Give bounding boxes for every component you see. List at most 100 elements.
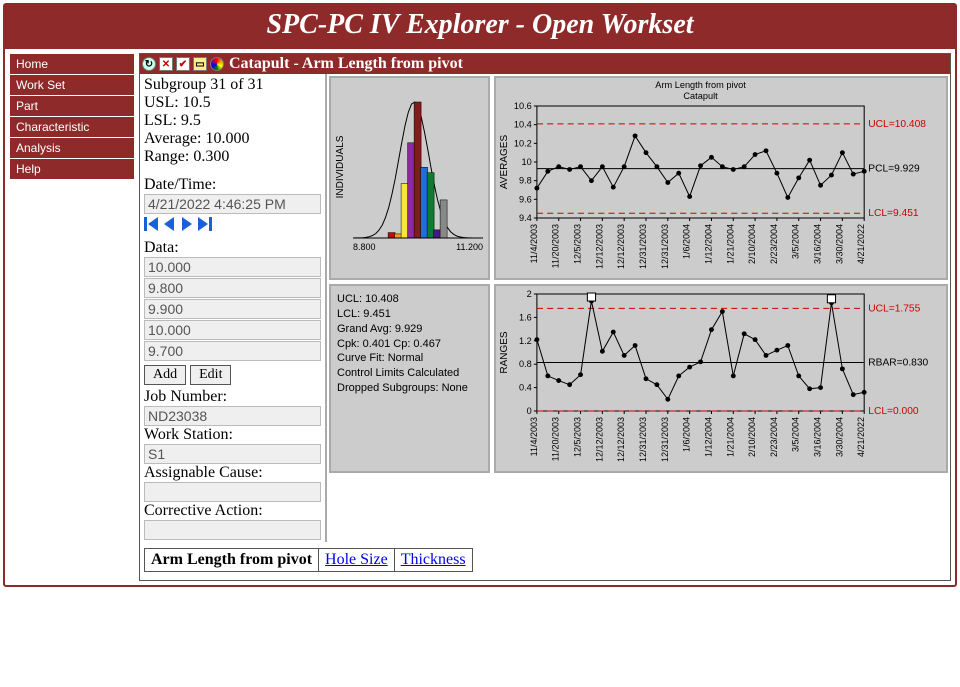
- panel-title: Catapult - Arm Length from pivot: [229, 55, 463, 73]
- data-value-2[interactable]: [144, 299, 321, 319]
- ws-label: Work Station:: [144, 426, 321, 444]
- cause-label: Assignable Cause:: [144, 464, 321, 482]
- svg-text:UCL=10.408: UCL=10.408: [868, 119, 926, 130]
- data-value-3[interactable]: [144, 320, 321, 340]
- nav-last-icon[interactable]: [198, 217, 212, 231]
- svg-text:10.6: 10.6: [514, 101, 532, 111]
- svg-text:12/12/2003: 12/12/2003: [616, 417, 626, 462]
- action-field[interactable]: [144, 520, 321, 540]
- refresh-icon[interactable]: ↻: [142, 57, 156, 71]
- avg-line: Average: 10.000: [144, 130, 321, 148]
- svg-text:1/21/2004: 1/21/2004: [725, 417, 735, 457]
- svg-text:3/16/2004: 3/16/2004: [812, 224, 822, 264]
- stat-line: Grand Avg: 9.929: [337, 322, 482, 337]
- sidebar-item-home[interactable]: Home: [10, 54, 135, 75]
- svg-text:12/12/2003: 12/12/2003: [594, 417, 604, 462]
- svg-text:INDIVIDUALS: INDIVIDUALS: [335, 135, 346, 198]
- svg-text:1/6/2004: 1/6/2004: [682, 417, 692, 452]
- panel-header: ↻ ✕ ✔ ▭ Catapult - Arm Length from pivot: [140, 54, 950, 74]
- stats-cell: UCL: 10.408LCL: 9.451Grand Avg: 9.929Cpk…: [329, 284, 490, 473]
- svg-text:12/31/2003: 12/31/2003: [660, 417, 670, 462]
- svg-text:2/23/2004: 2/23/2004: [769, 417, 779, 457]
- svg-text:2/10/2004: 2/10/2004: [747, 224, 757, 264]
- action-label: Corrective Action:: [144, 502, 321, 520]
- datetime-field[interactable]: [144, 194, 321, 214]
- svg-text:8.800: 8.800: [353, 242, 376, 252]
- svg-text:2/23/2004: 2/23/2004: [769, 224, 779, 264]
- svg-text:12/5/2003: 12/5/2003: [572, 417, 582, 457]
- svg-text:10: 10: [522, 157, 532, 167]
- svg-text:LCL=9.451: LCL=9.451: [868, 208, 919, 219]
- svg-text:3/16/2004: 3/16/2004: [812, 417, 822, 457]
- svg-text:12/5/2003: 12/5/2003: [572, 224, 582, 264]
- wheel-icon[interactable]: [210, 57, 224, 71]
- sidebar-item-analysis[interactable]: Analysis: [10, 138, 135, 159]
- subgroup-line: Subgroup 31 of 31: [144, 76, 321, 94]
- check-icon[interactable]: ✔: [176, 57, 190, 71]
- svg-text:Catapult: Catapult: [683, 91, 718, 101]
- job-label: Job Number:: [144, 388, 321, 406]
- svg-text:RBAR=0.830: RBAR=0.830: [868, 358, 928, 369]
- tab-thickness[interactable]: Thickness: [394, 549, 472, 572]
- svg-text:11.200: 11.200: [456, 242, 483, 252]
- sidebar-item-help[interactable]: Help: [10, 159, 135, 180]
- svg-text:1/12/2004: 1/12/2004: [703, 417, 713, 457]
- svg-text:0.4: 0.4: [519, 383, 532, 393]
- averages-chart: Arm Length from pivotCatapultAVERAGES9.4…: [494, 76, 948, 280]
- data-value-0[interactable]: [144, 257, 321, 277]
- svg-text:3/30/2004: 3/30/2004: [834, 224, 844, 264]
- svg-text:2/10/2004: 2/10/2004: [747, 417, 757, 457]
- svg-text:PCL=9.929: PCL=9.929: [868, 164, 920, 175]
- svg-text:4/21/2022: 4/21/2022: [856, 224, 866, 264]
- tab-arm-length-from-pivot[interactable]: Arm Length from pivot: [145, 549, 319, 572]
- stat-line: LCL: 9.451: [337, 307, 482, 322]
- left-panel: Subgroup 31 of 31 USL: 10.5 LSL: 9.5 Ave…: [140, 74, 327, 542]
- range-line: Range: 0.300: [144, 148, 321, 166]
- svg-text:1.2: 1.2: [519, 336, 532, 346]
- svg-text:3/5/2004: 3/5/2004: [791, 224, 801, 259]
- ws-field[interactable]: [144, 444, 321, 464]
- stat-line: Dropped Subgroups: None: [337, 381, 482, 396]
- sidebar: HomeWork SetPartCharacteristicAnalysisHe…: [9, 53, 135, 581]
- sidebar-item-work-set[interactable]: Work Set: [10, 75, 135, 96]
- svg-text:RANGES: RANGES: [499, 331, 510, 373]
- tab-strip: Arm Length from pivotHole SizeThickness: [140, 542, 950, 580]
- svg-text:11/4/2003: 11/4/2003: [529, 224, 539, 263]
- svg-text:10.2: 10.2: [514, 138, 532, 148]
- stat-line: Curve Fit: Normal: [337, 351, 482, 366]
- stat-line: Control Limits Calculated: [337, 366, 482, 381]
- svg-text:LCL=0.000: LCL=0.000: [868, 406, 919, 417]
- svg-text:Arm Length from pivot: Arm Length from pivot: [655, 80, 746, 90]
- svg-text:1/21/2004: 1/21/2004: [725, 224, 735, 264]
- sidebar-item-characteristic[interactable]: Characteristic: [10, 117, 135, 138]
- stat-line: Cpk: 0.401 Cp: 0.467: [337, 337, 482, 352]
- svg-text:2: 2: [527, 289, 532, 299]
- svg-text:1.6: 1.6: [519, 312, 532, 322]
- lsl-line: LSL: 9.5: [144, 112, 321, 130]
- svg-text:UCL=1.755: UCL=1.755: [868, 303, 920, 314]
- svg-text:3/30/2004: 3/30/2004: [834, 417, 844, 457]
- nav-next-icon[interactable]: [182, 217, 192, 231]
- data-value-1[interactable]: [144, 278, 321, 298]
- svg-text:11/20/2003: 11/20/2003: [551, 417, 561, 461]
- data-value-4[interactable]: [144, 341, 321, 361]
- svg-text:3/5/2004: 3/5/2004: [791, 417, 801, 452]
- note-icon[interactable]: ▭: [193, 57, 207, 71]
- svg-text:4/21/2022: 4/21/2022: [856, 417, 866, 457]
- svg-text:1/6/2004: 1/6/2004: [682, 224, 692, 259]
- svg-text:0: 0: [527, 406, 532, 416]
- sidebar-item-part[interactable]: Part: [10, 96, 135, 117]
- expand-icon[interactable]: ✕: [159, 57, 173, 71]
- svg-text:11/4/2003: 11/4/2003: [529, 417, 539, 456]
- svg-text:12/12/2003: 12/12/2003: [594, 224, 604, 269]
- tab-hole-size[interactable]: Hole Size: [319, 549, 395, 572]
- edit-button[interactable]: Edit: [190, 365, 231, 385]
- nav-prev-icon[interactable]: [164, 217, 174, 231]
- add-button[interactable]: Add: [144, 365, 186, 385]
- usl-line: USL: 10.5: [144, 94, 321, 112]
- job-field[interactable]: [144, 406, 321, 426]
- data-label: Data:: [144, 239, 321, 257]
- cause-field[interactable]: [144, 482, 321, 502]
- histogram-cell: INDIVIDUALS 8.800 11.200: [329, 76, 490, 280]
- nav-first-icon[interactable]: [144, 217, 158, 231]
